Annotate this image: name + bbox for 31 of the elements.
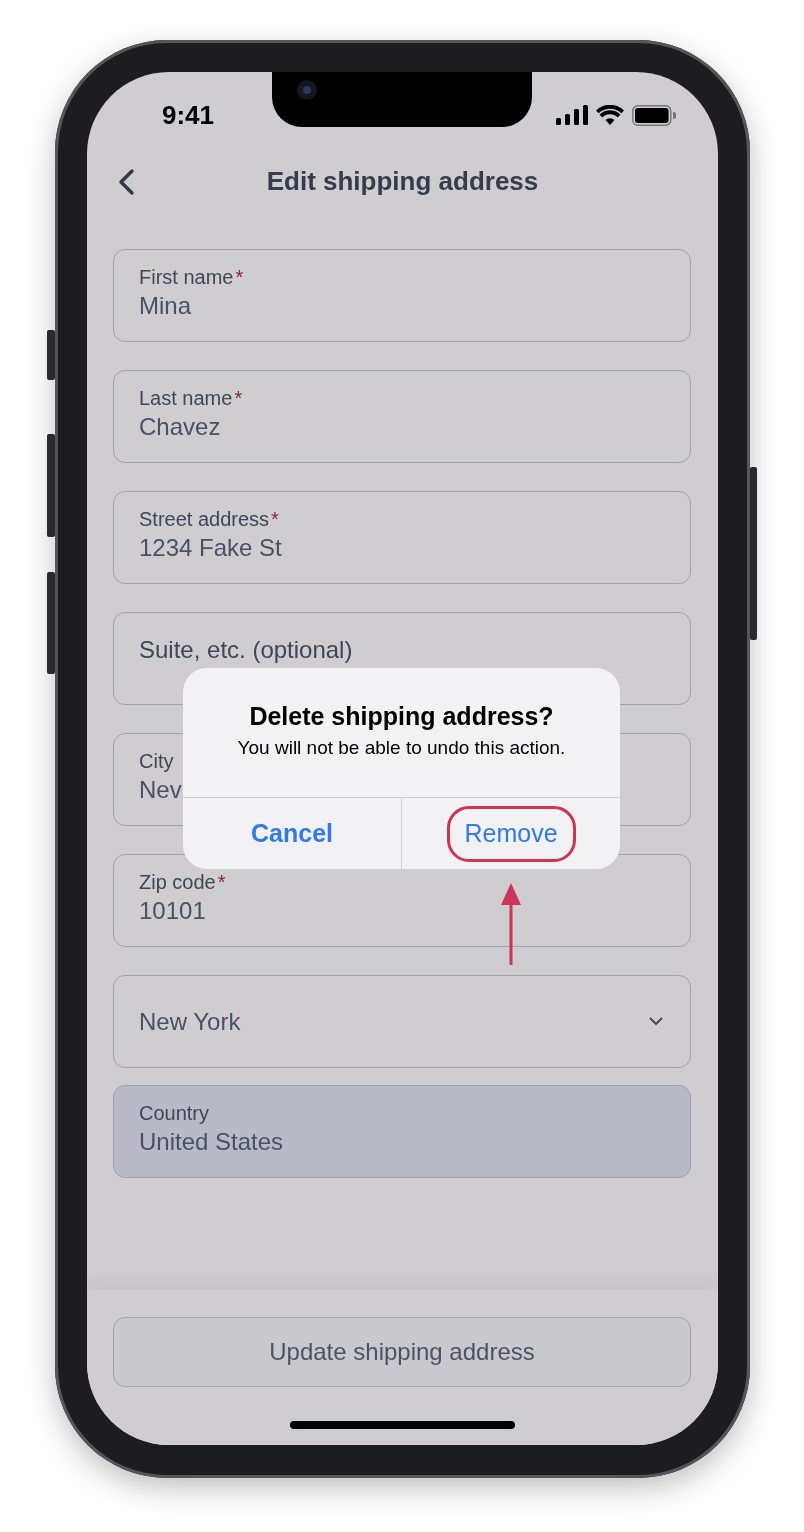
field-label: Zip code* (139, 871, 226, 893)
back-icon[interactable] (117, 168, 135, 196)
dialog-message: You will not be able to undo this action. (236, 736, 567, 760)
battery-icon (632, 104, 676, 126)
field-value: Chavez (139, 412, 221, 442)
camera-icon (296, 79, 318, 101)
field-label: City (139, 750, 174, 772)
status-time: 9:41 (162, 99, 215, 131)
chevron-down-icon (649, 1017, 663, 1026)
text-field[interactable]: Last name* Chavez (113, 370, 691, 463)
dialog-title: Delete shipping address? (248, 702, 555, 730)
field-value: New York (139, 1006, 241, 1037)
field-value: Nev (139, 775, 182, 805)
field-value: United States (139, 1127, 284, 1157)
field-value: 1234 Fake St (139, 533, 282, 563)
text-field[interactable]: Street address* 1234 Fake St (113, 491, 691, 584)
field-label: Last name* (139, 387, 243, 409)
field-label: First name* (139, 266, 244, 288)
text-field[interactable]: First name* Mina (113, 249, 691, 342)
field-label: Street address* (139, 508, 279, 530)
field-value: 10101 (139, 896, 206, 926)
field-placeholder: Suite, etc. (optional) (139, 636, 353, 664)
field-value: Mina (139, 291, 192, 321)
wifi-icon (596, 105, 624, 125)
update-address-button[interactable]: Update shipping address (113, 1317, 691, 1387)
screen-title: Edit shipping address (266, 165, 539, 197)
cancel-button[interactable]: Cancel (243, 815, 341, 852)
state-dropdown[interactable]: New York (113, 975, 691, 1068)
confirm-button[interactable]: Remove (456, 815, 566, 852)
signal-icon (556, 105, 588, 125)
field-label: Country (139, 1102, 210, 1124)
